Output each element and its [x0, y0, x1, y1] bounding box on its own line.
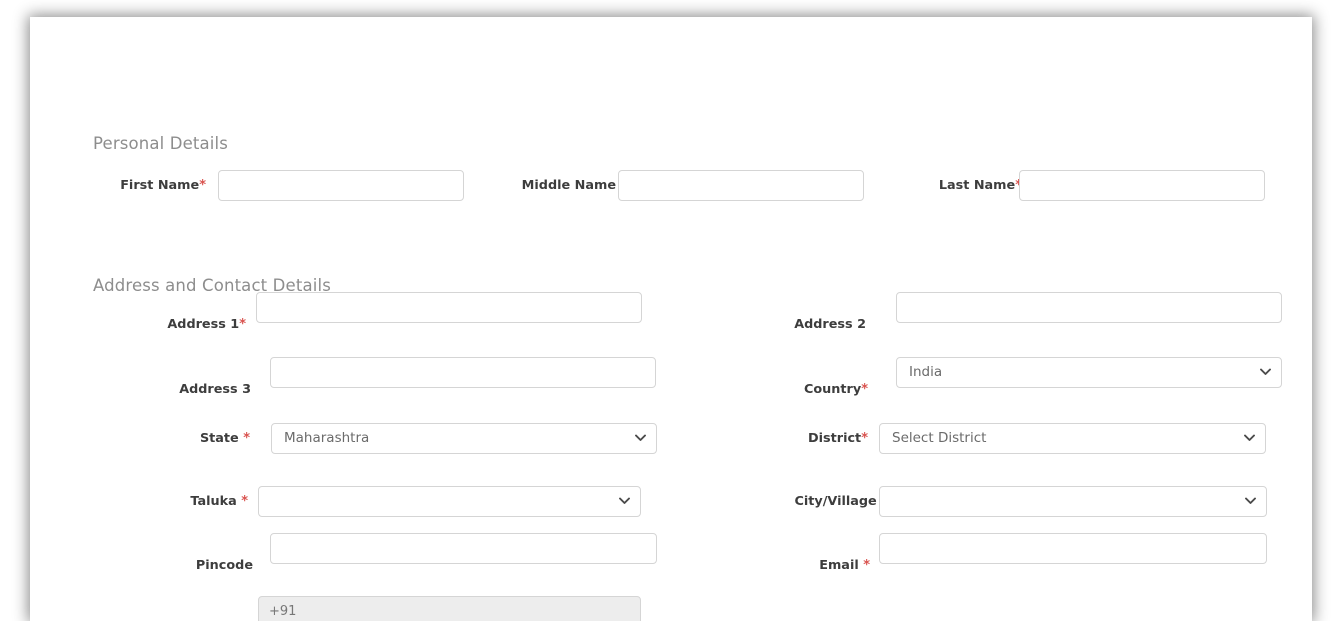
label-address-2: Address 2: [680, 309, 866, 340]
screen: Personal Details First Name* Middle Name…: [0, 0, 1342, 621]
input-mobile-number[interactable]: [258, 596, 641, 621]
required-marker-email: *: [863, 558, 870, 573]
required-marker-district: *: [861, 431, 868, 446]
required-marker-taluka: *: [241, 494, 248, 509]
dropdown-taluka-wrapper[interactable]: [258, 486, 641, 517]
label-state: State *: [50, 423, 250, 454]
label-state-text: State: [199, 431, 239, 446]
dropdown-city-village[interactable]: [879, 486, 1267, 517]
input-middle-name[interactable]: [618, 170, 864, 201]
dropdown-state-wrapper[interactable]: Maharashtra: [271, 423, 657, 454]
input-pincode[interactable]: [270, 533, 657, 564]
required-marker-first-name: *: [199, 178, 206, 193]
dropdown-district-wrapper[interactable]: Select District: [879, 423, 1266, 454]
dropdown-taluka[interactable]: [258, 486, 641, 517]
label-first-name-text: First Name: [120, 178, 200, 193]
label-address-2-text: Address 2: [794, 317, 866, 332]
required-marker-country: *: [861, 382, 868, 397]
label-district-text: District: [808, 431, 862, 446]
label-email-text: Email: [819, 558, 859, 573]
label-district: District*: [680, 423, 868, 454]
label-taluka-text: Taluka: [190, 494, 237, 509]
label-city-village: City/Village *: [680, 486, 888, 517]
label-email: Email *: [680, 550, 870, 581]
label-first-name: First Name*: [30, 170, 206, 201]
input-address-1[interactable]: [256, 292, 642, 323]
label-address-3-text: Address 3: [179, 382, 251, 397]
label-taluka: Taluka *: [50, 486, 248, 517]
section-title-personal-details: Personal Details: [93, 134, 228, 153]
input-last-name[interactable]: [1019, 170, 1265, 201]
dropdown-district[interactable]: Select District: [879, 423, 1266, 454]
dropdown-city-village-wrapper[interactable]: [879, 486, 1267, 517]
dropdown-country-wrapper[interactable]: India: [896, 357, 1282, 388]
dropdown-country[interactable]: India: [896, 357, 1282, 388]
input-address-3[interactable]: [270, 357, 656, 388]
label-country: Country*: [680, 374, 868, 405]
dropdown-state[interactable]: Maharashtra: [271, 423, 657, 454]
form-panel: Personal Details First Name* Middle Name…: [30, 17, 1312, 621]
label-city-village-text: City/Village: [794, 494, 877, 509]
label-last-name-text: Last Name: [938, 178, 1016, 193]
label-address-1: Address 1*: [50, 309, 246, 340]
label-middle-name-text: Middle Name: [521, 178, 616, 193]
required-marker-address-1: *: [239, 317, 246, 332]
label-middle-name: Middle Name: [420, 170, 616, 201]
label-address-1-text: Address 1: [167, 317, 240, 332]
label-last-name: Last Name*: [830, 170, 1022, 201]
required-marker-state: *: [243, 431, 250, 446]
label-pincode: Pincode: [50, 550, 253, 581]
label-country-text: Country: [804, 382, 862, 397]
input-email[interactable]: [879, 533, 1267, 564]
label-pincode-text: Pincode: [195, 558, 253, 573]
label-address-3: Address 3: [50, 374, 251, 405]
input-address-2[interactable]: [896, 292, 1282, 323]
label-mobile-number: Mobile Number *: [30, 614, 248, 621]
registration-form: Personal Details First Name* Middle Name…: [30, 17, 1312, 621]
